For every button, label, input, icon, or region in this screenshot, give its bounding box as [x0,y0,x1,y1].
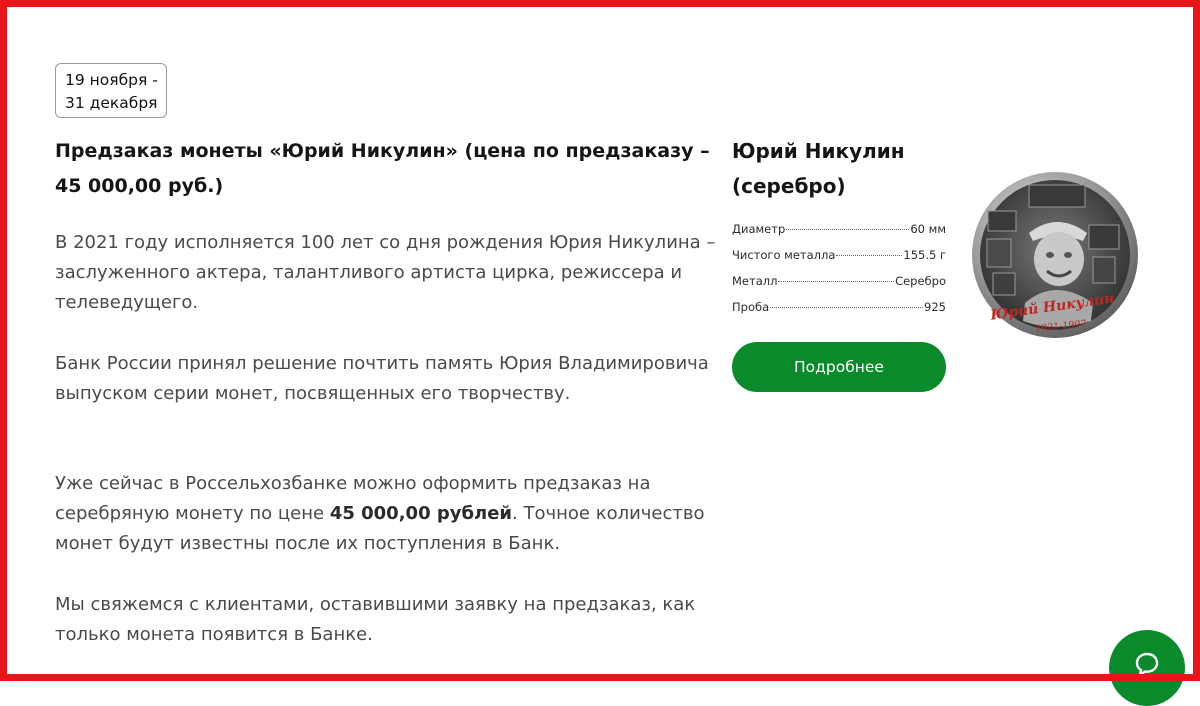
heading-line-2: 45 000,00 руб.) [55,175,224,197]
spec-value: 60 мм [910,222,946,236]
date-start: 19 ноября - [65,71,158,89]
spec-label: Диаметр [732,222,786,236]
spec-leader [786,229,910,230]
spec-leader [836,255,903,256]
heading-line-1: Предзаказ монеты «Юрий Никулин» (цена по… [55,140,710,162]
screenshot-frame [0,0,1200,681]
spec-leader [778,281,895,282]
date-end: 31 декабря [65,94,158,112]
spec-leader [770,307,924,308]
preorder-price: 45 000,00 рублей [329,503,513,524]
spec-diameter: Диаметр 60 мм [732,222,946,248]
spec-fineness: Проба 925 [732,300,946,326]
spec-label: Проба [732,300,770,314]
spec-label: Металл [732,274,778,288]
paragraph-contact: Мы свяжемся с клиентами, оставившими зая… [55,594,696,645]
coin-image: Юрий Никулин 1921-1997 [972,172,1138,338]
more-details-button[interactable]: Подробнее [732,342,946,392]
paragraph-preorder: Уже сейчас в Россельхозбанке можно оформ… [55,469,725,559]
spec-label: Чистого металла [732,248,836,262]
chat-bubble-icon [1135,652,1159,678]
spec-metal: Металл Серебро [732,274,946,300]
coin-title-metal: (серебро) [732,174,846,198]
paragraph-anniversary: В 2021 году исполняется 100 лет со дня р… [55,232,716,313]
spec-value: Серебро [895,274,946,288]
coin-title: Юрий Никулин (серебро) [732,134,962,204]
promo-heading: Предзаказ монеты «Юрий Никулин» (цена по… [55,134,735,204]
coin-specs: Диаметр 60 мм Чистого металла 155.5 г Мета… [732,222,946,326]
date-range-badge: 19 ноября - 31 декабря [55,63,167,118]
spec-pure-metal: Чистого металла 155.5 г [732,248,946,274]
spec-value: 925 [924,300,946,314]
spec-value: 155.5 г [903,248,946,262]
coin-title-name: Юрий Никулин [732,139,905,163]
paragraph-bank-decision: Банк России принял решение почтить памят… [55,353,709,404]
chat-button[interactable] [1109,630,1185,706]
